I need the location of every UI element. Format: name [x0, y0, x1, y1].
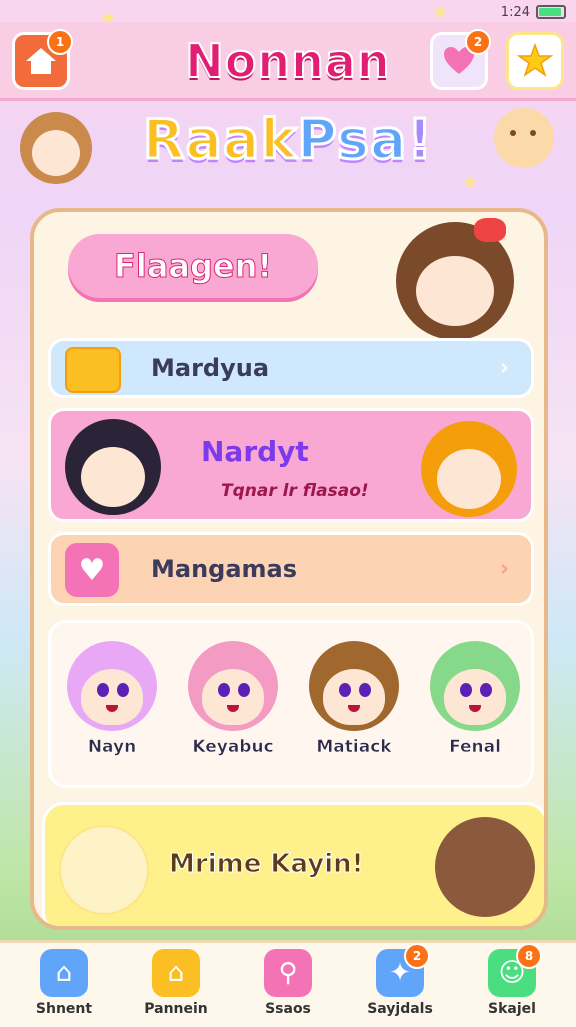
clock: 1:24	[500, 4, 530, 20]
character-avatar	[188, 641, 278, 731]
nav-badge: 8	[516, 943, 542, 969]
menu-row-nardyt[interactable]: Nardyt Tqnar lr flasao!	[48, 408, 534, 522]
sparkle-icon: ★	[432, 2, 449, 23]
smile-icon: ☺ 8	[488, 943, 542, 997]
heart-badge: 2	[465, 29, 491, 55]
character-card[interactable]: Keyabuc	[178, 641, 288, 757]
nav-badge: 2	[404, 943, 430, 969]
rewards-button[interactable]	[506, 32, 564, 90]
footer-banner[interactable]: Mrime Kayin!	[42, 802, 544, 926]
banner-cloud: Flaagen!	[68, 234, 318, 298]
nav-item[interactable]: ☺ 8 Skajel	[462, 943, 562, 1017]
logo-part-3: !	[406, 107, 434, 173]
puzzle-icon: ✦ 2	[376, 943, 430, 997]
nav-label: Skajel	[488, 1001, 536, 1017]
nav-label: Shnent	[35, 1001, 93, 1017]
character-name: Nayn	[87, 737, 137, 758]
menu-row-mangamas[interactable]: ♥ Mangamas ›	[48, 532, 534, 606]
nav-label: Ssaos	[265, 1001, 311, 1017]
nav-label: Sayjdals	[367, 1001, 433, 1017]
chevron-right-icon: ›	[499, 355, 509, 381]
chevron-right-icon: ›	[499, 556, 509, 582]
nav-item[interactable]: ✦ 2 Sayjdals	[350, 943, 450, 1017]
character-name: Keyabuc	[192, 737, 274, 758]
house-icon: ⌂	[152, 949, 200, 997]
character-row: Nayn Keyabuc Matiack Fenal	[48, 620, 534, 788]
page-title: Nonnan	[184, 33, 391, 89]
black-hair-girl	[65, 419, 161, 515]
nav-item[interactable]: ⌂ Pannein	[126, 949, 226, 1017]
flag-icon	[65, 347, 121, 393]
row-label: Mangamas	[151, 555, 298, 583]
battery-icon	[536, 5, 566, 19]
character-name: Fenal	[449, 737, 501, 758]
row-subtitle: Tqnar lr flasao!	[221, 481, 369, 501]
star-icon	[517, 43, 553, 77]
mascot-cat-right	[494, 108, 554, 168]
character-card[interactable]: Fenal	[420, 641, 530, 757]
top-bar: 1 Nonnan 2	[0, 22, 576, 98]
menu-row-mardyua[interactable]: Mardyua ›	[48, 338, 534, 398]
home-badge: 1	[47, 29, 73, 55]
nav-label: Pannein	[144, 1001, 208, 1017]
home-button[interactable]: 1	[12, 29, 73, 90]
row-title: Nardyt	[201, 435, 309, 468]
bottom-nav: ⌂ Shnent ⌂ Pannein ⚲ Ssaos ✦ 2 Sayjdals ☺ 8 Skajel	[0, 940, 576, 1027]
main-panel: Flaagen! Mardyua › Nardyt Tqnar lr flasa…	[30, 208, 548, 930]
search-icon: ⚲	[264, 949, 312, 997]
character-card[interactable]: Matiack	[299, 641, 409, 757]
blonde-cat-girl	[59, 825, 149, 915]
status-bar: 1:24	[501, 2, 566, 22]
banner-text: Flaagen!	[114, 247, 273, 286]
duo-characters	[435, 817, 535, 917]
row-label: Mardyua	[151, 354, 270, 382]
character-card[interactable]: Nayn	[57, 641, 167, 757]
logo-part-2: Psa	[296, 107, 408, 173]
home-icon: ⌂	[40, 949, 88, 997]
cat-girl-character	[396, 218, 514, 340]
footer-text: Mrime Kayin!	[169, 849, 365, 880]
nav-item[interactable]: ⚲ Ssaos	[238, 949, 338, 1017]
favorites-button[interactable]: 2	[430, 29, 491, 90]
nav-item[interactable]: ⌂ Shnent	[14, 949, 114, 1017]
heart-icon: ♥	[65, 543, 119, 597]
character-avatar	[309, 641, 399, 731]
character-avatar	[67, 641, 157, 731]
sparkle-icon: ★	[462, 172, 479, 193]
logo-part-1: Raak	[141, 107, 298, 173]
game-logo: RaakPsa!	[128, 107, 448, 173]
character-name: Matiack	[316, 737, 392, 758]
mascot-girl-left	[20, 112, 92, 184]
orange-hair-girl	[421, 421, 517, 517]
character-avatar	[430, 641, 520, 731]
